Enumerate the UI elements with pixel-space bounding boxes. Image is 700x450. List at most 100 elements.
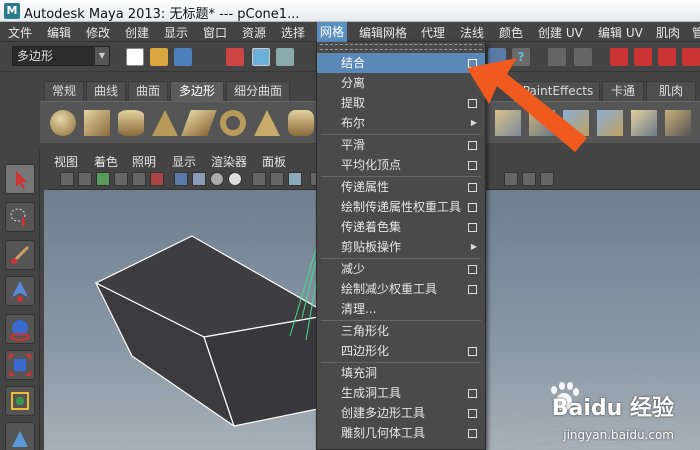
select-tool-icon[interactable]	[5, 164, 35, 194]
shelf-tab-toon[interactable]: 卡通	[602, 81, 644, 101]
select-hierarchy-icon[interactable]	[226, 48, 244, 66]
rotate-tool-icon[interactable]	[5, 314, 35, 344]
shelf-side-handle[interactable]	[0, 72, 38, 150]
menu-item-clipboard-actions[interactable]: 剪贴板操作 ▶	[317, 237, 485, 257]
menu-item-paint-transfer-weights[interactable]: 绘制传递属性权重工具	[317, 197, 485, 217]
menu-edit-uv[interactable]: 编辑 UV	[598, 24, 643, 41]
share-icon[interactable]	[540, 172, 554, 186]
scale-tool-icon[interactable]	[5, 350, 35, 380]
menu-file[interactable]: 文件	[8, 24, 32, 41]
menu-item-create-polygon-tool[interactable]: 创建多边形工具	[317, 403, 485, 423]
grid-icon[interactable]	[132, 172, 146, 186]
magnet-grid-icon[interactable]	[658, 48, 676, 66]
poly-plane-icon[interactable]	[181, 110, 217, 136]
option-box-icon[interactable]	[468, 265, 477, 274]
xray-icon[interactable]	[252, 172, 266, 186]
new-scene-icon[interactable]	[126, 48, 144, 66]
option-box-icon[interactable]	[468, 183, 477, 192]
bookmark-icon[interactable]	[96, 172, 110, 186]
option-box-icon[interactable]	[468, 161, 477, 170]
option-box-icon[interactable]	[468, 409, 477, 418]
film-gate-icon[interactable]	[150, 172, 164, 186]
poly-cone-icon[interactable]	[152, 110, 178, 136]
poly-pyramid-icon[interactable]	[254, 110, 280, 136]
poly-tool-d-icon[interactable]	[597, 110, 623, 136]
menu-item-cleanup[interactable]: 清理...	[317, 299, 485, 319]
menu-muscle[interactable]: 肌肉	[656, 24, 680, 41]
menu-display[interactable]: 显示	[164, 24, 188, 41]
menu-pipe[interactable]: 管	[692, 24, 700, 41]
menu-item-triangulate[interactable]: 三角形化	[317, 321, 485, 341]
viewport-menu-show[interactable]: 显示	[172, 153, 196, 170]
menu-item-make-hole-tool[interactable]: 生成洞工具	[317, 383, 485, 403]
save-scene-icon[interactable]	[174, 48, 192, 66]
menu-item-fill-hole[interactable]: 填充洞	[317, 363, 485, 383]
select-component-icon[interactable]	[276, 48, 294, 66]
move-tool-icon[interactable]	[5, 276, 35, 306]
poly-torus-icon[interactable]	[220, 110, 246, 136]
shaded-icon[interactable]	[210, 172, 224, 186]
render-icon[interactable]	[504, 172, 518, 186]
paint-select-tool-icon[interactable]	[5, 240, 35, 270]
poly-cylinder-icon[interactable]	[118, 110, 144, 136]
menu-color[interactable]: 颜色	[499, 24, 523, 41]
lasso-tool-icon[interactable]	[5, 202, 35, 232]
select-object-icon[interactable]	[252, 48, 270, 66]
option-box-icon[interactable]	[468, 347, 477, 356]
menu-create-uv[interactable]: 创建 UV	[538, 24, 583, 41]
poly-cube-icon[interactable]	[84, 110, 110, 136]
menu-normals[interactable]: 法线	[460, 24, 484, 41]
menu-item-paint-reduce-weights[interactable]: 绘制减少权重工具	[317, 279, 485, 299]
shelf-tab-subdiv[interactable]: 细分曲面	[226, 81, 290, 101]
viewport-menu-lighting[interactable]: 照明	[132, 153, 156, 170]
menu-select[interactable]: 选择	[281, 24, 305, 41]
image-plane-icon[interactable]	[114, 172, 128, 186]
shelf-tab-surfaces[interactable]: 曲面	[128, 81, 168, 101]
poly-tool-e-icon[interactable]	[631, 110, 657, 136]
menu-proxy[interactable]: 代理	[421, 24, 445, 41]
textured-icon[interactable]	[228, 172, 242, 186]
menu-window[interactable]: 窗口	[203, 24, 227, 41]
menu-set-dropdown[interactable]: 多边形 ▼	[12, 46, 110, 66]
shadows-icon[interactable]	[288, 172, 302, 186]
menu-create[interactable]: 创建	[125, 24, 149, 41]
viewport-menu-panels[interactable]: 面板	[262, 153, 286, 170]
shelf-tab-polygons[interactable]: 多边形	[170, 81, 224, 101]
poly-pipe-icon[interactable]	[288, 110, 314, 136]
menu-item-reduce[interactable]: 减少	[317, 259, 485, 279]
viewport-menu-renderer[interactable]: 渲染器	[211, 153, 247, 170]
menu-mesh[interactable]: 网格	[317, 22, 348, 42]
camera-select-icon[interactable]	[60, 172, 74, 186]
menu-edit-mesh[interactable]: 编辑网格	[359, 24, 407, 41]
soft-mod-tool-icon[interactable]	[5, 422, 35, 450]
shelf-tab-curves[interactable]: 曲线	[86, 81, 126, 101]
poly-cube-object[interactable]	[94, 235, 348, 428]
menu-item-quadrangulate[interactable]: 四边形化	[317, 341, 485, 361]
menu-edit[interactable]: 编辑	[47, 24, 71, 41]
menu-modify[interactable]: 修改	[86, 24, 110, 41]
open-scene-icon[interactable]	[150, 48, 168, 66]
poly-sphere-icon[interactable]	[50, 110, 76, 136]
option-box-icon[interactable]	[468, 285, 477, 294]
menu-item-transfer-shading-sets[interactable]: 传递着色集	[317, 217, 485, 237]
magnet-icon[interactable]	[610, 48, 628, 66]
menu-assets[interactable]: 资源	[242, 24, 266, 41]
smooth-shade-icon[interactable]	[192, 172, 206, 186]
option-box-icon[interactable]	[468, 389, 477, 398]
universal-manipulator-icon[interactable]	[5, 386, 35, 416]
option-box-icon[interactable]	[468, 203, 477, 212]
option-box-icon[interactable]	[468, 223, 477, 232]
magnet-curve-icon[interactable]	[634, 48, 652, 66]
viewport-menu-shading[interactable]: 着色	[94, 153, 118, 170]
lights-icon[interactable]	[270, 172, 284, 186]
magnet-point-icon[interactable]	[682, 48, 700, 66]
option-box-icon[interactable]	[468, 429, 477, 438]
camera-attributes-icon[interactable]	[78, 172, 92, 186]
shelf-tab-general[interactable]: 常规	[44, 81, 84, 101]
ipr-icon[interactable]	[522, 172, 536, 186]
menu-item-sculpt-geometry-tool[interactable]: 雕刻几何体工具	[317, 423, 485, 443]
viewport-menu-view[interactable]: 视图	[54, 153, 78, 170]
menu-item-transfer-attributes[interactable]: 传递属性	[317, 177, 485, 197]
poly-tool-f-icon[interactable]	[665, 110, 691, 136]
wireframe-icon[interactable]	[174, 172, 188, 186]
